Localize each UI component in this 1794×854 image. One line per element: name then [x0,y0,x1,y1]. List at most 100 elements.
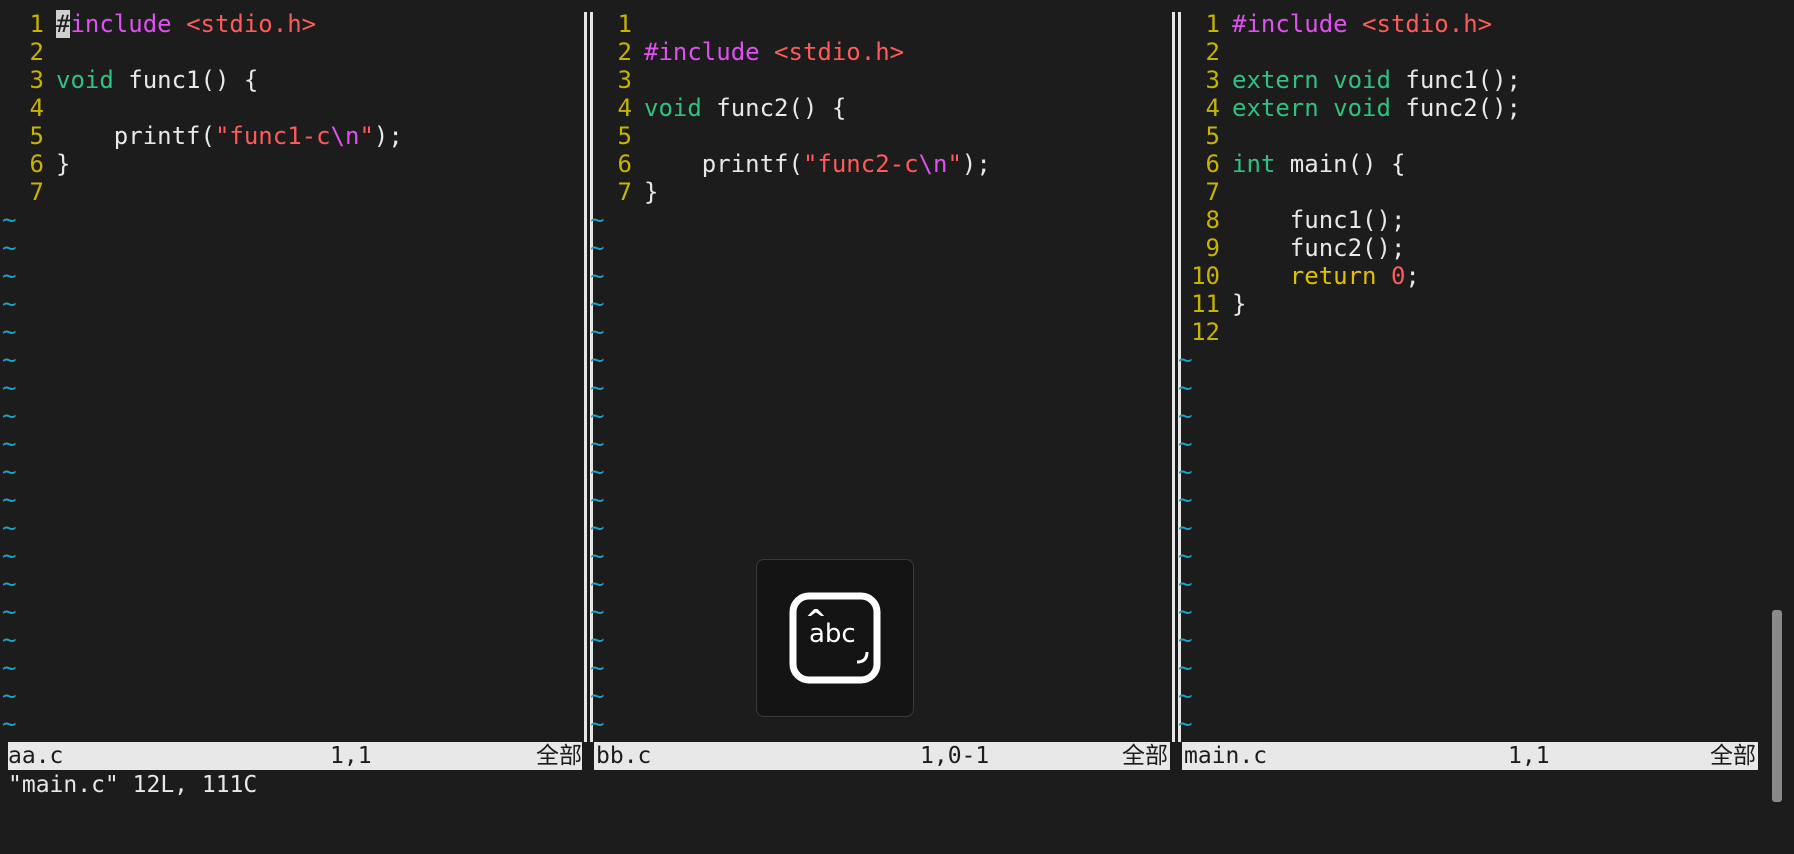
empty-buffer-line[interactable]: ~ [0,710,580,738]
empty-buffer-line[interactable]: ~ [1176,542,1760,570]
empty-buffer-line[interactable]: ~ [0,290,580,318]
empty-buffer-line[interactable]: ~ [588,402,1172,430]
empty-buffer-line[interactable]: ~ [0,654,580,682]
status-filename: bb.c [596,743,652,769]
pane-main-c[interactable]: 1 #include <stdio.h> 2 3 extern void func1()… [1176,10,1760,740]
code-line[interactable]: 6 int main() { [1176,150,1760,178]
code-text[interactable]: func2(); [1232,234,1406,262]
code-line[interactable]: 5 printf("func1-c\n"); [0,122,580,150]
code-text[interactable]: #include <stdio.h> [1232,10,1492,38]
scrollbar-thumb[interactable] [1772,610,1782,802]
code-text[interactable]: extern void func1(); [1232,66,1521,94]
end-of-buffer-tilde: ~ [590,318,605,346]
empty-buffer-line[interactable]: ~ [1176,626,1760,654]
line-number: 11 [1191,290,1220,318]
line-number: 6 [29,150,44,178]
empty-buffer-line[interactable]: ~ [588,458,1172,486]
end-of-buffer-tilde: ~ [2,598,17,626]
code-text[interactable]: func1(); [1232,206,1406,234]
empty-buffer-line[interactable]: ~ [1176,374,1760,402]
code-text[interactable]: extern void func2(); [1232,94,1521,122]
empty-buffer-line[interactable]: ~ [1176,486,1760,514]
empty-buffer-line[interactable]: ~ [0,486,580,514]
empty-buffer-line[interactable]: ~ [588,262,1172,290]
empty-buffer-line[interactable]: ~ [0,234,580,262]
empty-buffer-line[interactable]: ~ [0,682,580,710]
empty-buffer-line[interactable]: ~ [1176,346,1760,374]
empty-buffer-line[interactable]: ~ [1176,402,1760,430]
code-text[interactable]: } [644,178,658,206]
code-line[interactable]: 4 [0,94,580,122]
line-number: 5 [29,122,44,150]
code-text[interactable]: printf("func1-c\n"); [56,122,403,150]
code-line[interactable]: 3 [588,66,1172,94]
code-line[interactable]: 1 #include <stdio.h> [0,10,580,38]
empty-buffer-line[interactable]: ~ [1176,654,1760,682]
empty-buffer-line[interactable]: ~ [0,206,580,234]
empty-buffer-line[interactable]: ~ [588,206,1172,234]
empty-buffer-line[interactable]: ~ [0,430,580,458]
code-line[interactable]: 8 func1(); [1176,206,1760,234]
empty-buffer-line[interactable]: ~ [0,458,580,486]
empty-buffer-line[interactable]: ~ [1176,514,1760,542]
empty-buffer-line[interactable]: ~ [588,430,1172,458]
code-line[interactable]: 12 [1176,318,1760,346]
code-line[interactable]: 11} [1176,290,1760,318]
empty-buffer-line[interactable]: ~ [0,598,580,626]
code-text[interactable]: #include <stdio.h> [56,10,316,38]
empty-buffer-line[interactable]: ~ [588,346,1172,374]
empty-buffer-line[interactable]: ~ [588,234,1172,262]
empty-buffer-line[interactable]: ~ [0,626,580,654]
code-line[interactable]: 1 [588,10,1172,38]
empty-buffer-line[interactable]: ~ [1176,710,1760,738]
empty-buffer-line[interactable]: ~ [588,486,1172,514]
code-line[interactable]: 9 func2(); [1176,234,1760,262]
empty-buffer-line[interactable]: ~ [1176,598,1760,626]
pane-aa-c[interactable]: 1 #include <stdio.h> 2 3 void func1() {4 5 pr… [0,10,580,740]
code-line[interactable]: 10 return 0; [1176,262,1760,290]
code-line[interactable]: 3 void func1() { [0,66,580,94]
empty-buffer-line[interactable]: ~ [0,542,580,570]
line-number: 2 [29,38,44,66]
code-text[interactable]: void func1() { [56,66,258,94]
code-text[interactable]: void func2() { [644,94,846,122]
code-line[interactable]: 6} [0,150,580,178]
code-line[interactable]: 1 #include <stdio.h> [1176,10,1760,38]
empty-buffer-line[interactable]: ~ [1176,682,1760,710]
end-of-buffer-tilde: ~ [590,626,605,654]
code-text[interactable]: } [56,150,70,178]
code-line[interactable]: 2 [0,38,580,66]
empty-buffer-line[interactable]: ~ [0,514,580,542]
code-text[interactable]: printf("func2-c\n"); [644,150,991,178]
empty-buffer-line[interactable]: ~ [0,570,580,598]
code-token: func2(); [1232,234,1406,262]
empty-buffer-line[interactable]: ~ [588,514,1172,542]
empty-buffer-line[interactable]: ~ [0,318,580,346]
empty-buffer-line[interactable]: ~ [1176,458,1760,486]
code-line[interactable]: 4 void func2() { [588,94,1172,122]
code-line[interactable]: 2 #include <stdio.h> [588,38,1172,66]
empty-buffer-line[interactable]: ~ [588,374,1172,402]
empty-buffer-line[interactable]: ~ [0,346,580,374]
code-text[interactable]: #include <stdio.h> [644,38,904,66]
end-of-buffer-tilde: ~ [1178,346,1193,374]
empty-buffer-line[interactable]: ~ [588,318,1172,346]
code-text[interactable]: } [1232,290,1246,318]
code-line[interactable]: 5 [588,122,1172,150]
code-line[interactable]: 5 [1176,122,1760,150]
code-line[interactable]: 2 [1176,38,1760,66]
code-line[interactable]: 7 [1176,178,1760,206]
code-line[interactable]: 4 extern void func2(); [1176,94,1760,122]
empty-buffer-line[interactable]: ~ [588,290,1172,318]
empty-buffer-line[interactable]: ~ [1176,570,1760,598]
empty-buffer-line[interactable]: ~ [1176,430,1760,458]
empty-buffer-line[interactable]: ~ [0,402,580,430]
code-line[interactable]: 7} [588,178,1172,206]
code-text[interactable]: return 0; [1232,262,1420,290]
empty-buffer-line[interactable]: ~ [0,374,580,402]
code-text[interactable]: int main() { [1232,150,1405,178]
code-line[interactable]: 6 printf("func2-c\n"); [588,150,1172,178]
code-line[interactable]: 7 [0,178,580,206]
code-line[interactable]: 3 extern void func1(); [1176,66,1760,94]
empty-buffer-line[interactable]: ~ [0,262,580,290]
